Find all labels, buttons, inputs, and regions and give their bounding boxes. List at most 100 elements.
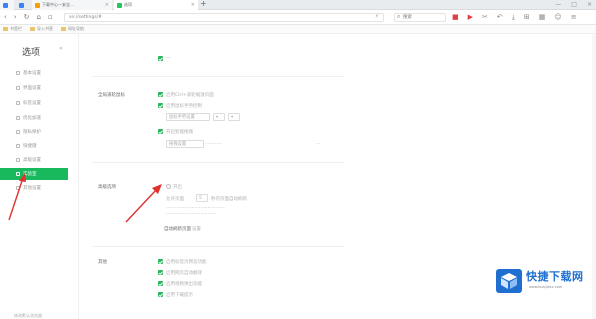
section3-line-3: 启用视频弹出功能 bbox=[166, 282, 202, 287]
section1-label: 全局滚轮鼠标 bbox=[98, 93, 125, 98]
section-separator bbox=[92, 76, 344, 77]
bolt-icon[interactable]: ⚡ bbox=[375, 13, 379, 21]
speed-icon bbox=[16, 116, 20, 120]
bookmark-item[interactable]: 书签栏 bbox=[3, 26, 22, 32]
page-icon[interactable]: ▫ bbox=[48, 13, 53, 21]
section1-checkbox-3[interactable] bbox=[158, 129, 163, 134]
tab-1[interactable] bbox=[0, 0, 14, 10]
section-separator bbox=[92, 246, 344, 247]
folder-icon bbox=[30, 27, 35, 31]
tab-1-favicon-icon bbox=[3, 2, 8, 8]
section2-hint-2: ··································· bbox=[166, 212, 217, 217]
cut-icon[interactable]: ✂ bbox=[482, 13, 488, 22]
section3-line-1: 启用标签页预览功能 bbox=[166, 260, 207, 265]
section3-checkbox-1[interactable] bbox=[158, 259, 163, 264]
download-icon[interactable]: ⤓ bbox=[512, 13, 515, 22]
back-icon[interactable]: ‹ bbox=[4, 13, 7, 21]
minimize-icon[interactable]: — bbox=[555, 1, 561, 8]
sidebar-item-basic[interactable]: 基本设置 bbox=[0, 67, 68, 79]
section1-checkbox-1[interactable] bbox=[158, 92, 163, 97]
extensions-icon[interactable]: ⊞ bbox=[524, 13, 530, 22]
grid-icon[interactable]: ▦ bbox=[539, 13, 546, 22]
tab-strip: 下载中心—安全… × 选项 × + — □ × bbox=[0, 0, 596, 10]
shield-icon[interactable]: ■ bbox=[452, 13, 459, 22]
tab-3-favicon-icon bbox=[35, 2, 40, 8]
bookmarks-bar: 书签栏 导入书签 网址导航 bbox=[0, 25, 596, 34]
section3-line-4: 启用下载提示 bbox=[166, 293, 193, 298]
bookmark-item[interactable]: 网址导航 bbox=[61, 26, 84, 32]
bookmark-item[interactable]: 导入书签 bbox=[30, 26, 53, 32]
sidebar-item-tabs[interactable]: 标签设置 bbox=[0, 97, 68, 109]
sidebar-item-interface[interactable]: 界面设置 bbox=[0, 82, 68, 94]
auto-refresh-settings-link[interactable]: 自动刷新页面 bbox=[164, 226, 191, 232]
user-icon[interactable]: ☺ bbox=[554, 13, 561, 22]
maximize-icon[interactable]: □ bbox=[571, 1, 577, 8]
section3-checkbox-2[interactable] bbox=[158, 270, 163, 275]
gesture-value-1[interactable]: ▾ bbox=[213, 113, 225, 121]
gesture-settings-box[interactable]: 鼠标手势设置 bbox=[166, 113, 210, 121]
drag-settings-action[interactable]: ⋯ bbox=[316, 142, 321, 147]
section2-label: 高级选项 bbox=[98, 185, 116, 190]
sidebar-item-advanced[interactable]: 高级设置 bbox=[0, 154, 68, 166]
home-icon[interactable]: ⌂ bbox=[37, 13, 41, 21]
search-input[interactable]: ⌕ 搜索 bbox=[394, 13, 446, 22]
default-browser-link[interactable]: 修改默认浏览器 bbox=[14, 313, 42, 319]
tab-2[interactable] bbox=[16, 0, 30, 10]
drag-settings-box[interactable]: 拖拽设置 bbox=[166, 140, 204, 148]
section3-checkbox-4[interactable] bbox=[158, 292, 163, 297]
video-icon[interactable]: ▶ bbox=[468, 13, 473, 22]
section-separator bbox=[92, 162, 344, 163]
address-text: se://settings/# bbox=[69, 15, 102, 20]
reload-icon[interactable]: ↻ bbox=[24, 13, 30, 21]
refresh-seconds-input[interactable]: 5 bbox=[196, 194, 208, 202]
section1-checkbox-2[interactable] bbox=[158, 103, 163, 108]
close-window-icon[interactable]: × bbox=[587, 1, 592, 8]
section1-line-4: 开启智能拖拽 bbox=[166, 130, 193, 135]
menu-icon[interactable]: ≡ bbox=[571, 13, 577, 22]
logo-url: www.kuaijiexz.com bbox=[529, 285, 563, 289]
toolbar: ‹ › ↻ ⌂ ▫ se://settings/# ⚡ ⌕ 搜索 ■ ▶ ✂ ↶… bbox=[0, 10, 596, 25]
sidebar-item-speed[interactable]: 优化加速 bbox=[0, 112, 68, 124]
tab-2-favicon-icon bbox=[19, 2, 24, 8]
checkbox-top[interactable] bbox=[158, 56, 163, 61]
section2-line-1: 开启 bbox=[173, 185, 182, 190]
folder-icon bbox=[61, 27, 66, 31]
tabs-icon bbox=[16, 101, 20, 105]
sidebar-title: 选项 bbox=[22, 48, 41, 58]
sidebar-item-privacy[interactable]: 隐私保护 bbox=[0, 126, 68, 138]
tab-settings-label: 选项 bbox=[124, 2, 132, 7]
keyboard-icon bbox=[16, 144, 20, 148]
tab-3[interactable]: 下载中心—安全… × bbox=[32, 0, 112, 10]
annotation-arrow-content bbox=[125, 184, 162, 223]
tab-3-label: 下载中心—安全… bbox=[42, 2, 74, 7]
interface-icon bbox=[16, 86, 20, 90]
sidebar-divider bbox=[78, 34, 79, 319]
tab-settings-favicon-icon bbox=[117, 2, 122, 8]
toolbar-icons: ■ ▶ ✂ ↶ ⤓ ⊞ ▦ ☺ ≡ bbox=[452, 13, 577, 22]
undo-icon[interactable]: ↶ bbox=[497, 13, 503, 22]
basic-settings-icon bbox=[16, 71, 20, 75]
section3-checkbox-3[interactable] bbox=[158, 281, 163, 286]
section2-hint: ········································… bbox=[166, 206, 225, 211]
section2-settings-button[interactable]: 设置 bbox=[192, 226, 201, 232]
address-bar[interactable]: se://settings/# ⚡ bbox=[64, 13, 384, 22]
drag-settings-hint: ··········· bbox=[206, 142, 222, 147]
sidebar-item-shortcuts[interactable]: 快捷键 bbox=[0, 140, 68, 152]
gesture-value-2[interactable]: ▾ bbox=[228, 113, 240, 121]
privacy-icon bbox=[16, 130, 20, 134]
search-icon: ⌕ bbox=[397, 13, 401, 20]
nav-buttons: ‹ › ↻ ⌂ ▫ bbox=[4, 13, 53, 21]
tab-settings-close-icon[interactable]: × bbox=[191, 2, 195, 8]
tab-3-close-icon[interactable]: × bbox=[105, 2, 109, 8]
new-tab-icon[interactable]: + bbox=[200, 0, 207, 8]
site-watermark-logo: 快捷下载网 www.kuaijiexz.com bbox=[496, 267, 596, 297]
cube-logo-icon bbox=[496, 269, 522, 293]
section2-line-2: 允许页面 bbox=[166, 197, 184, 202]
annotation-arrow-sidebar bbox=[8, 173, 26, 221]
top-option-text: — bbox=[166, 56, 171, 61]
collapse-icon[interactable]: « bbox=[59, 45, 63, 52]
section2-radio[interactable] bbox=[166, 184, 171, 189]
settings-sidebar: 选项 « 基本设置 界面设置 标签设置 优化加速 隐私保护 快捷键 高级设置 实… bbox=[0, 34, 68, 319]
forward-icon[interactable]: › bbox=[14, 13, 17, 21]
tab-settings[interactable]: 选项 × bbox=[114, 0, 198, 10]
